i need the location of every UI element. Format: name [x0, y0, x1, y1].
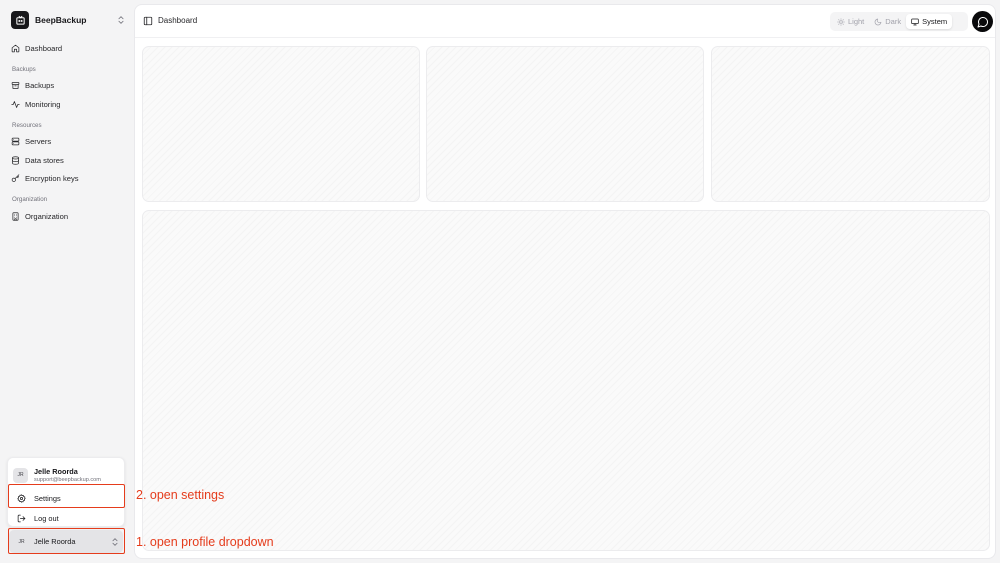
theme-light-option[interactable]: Light [832, 14, 869, 29]
sidebar-item-encryption-keys[interactable]: Encryption keys [6, 170, 128, 189]
sidebar: BeepBackup Dashboard Backups Backups Mon… [0, 0, 132, 563]
sidebar-nav: Dashboard Backups Backups Monitoring Res… [6, 39, 128, 226]
log-out-icon [17, 514, 26, 522]
page-title: Dashboard [158, 16, 198, 25]
sidebar-item-label: Servers [25, 137, 52, 147]
sidebar-item-data-stores[interactable]: Data stores [6, 151, 128, 170]
sidebar-item-label: Monitoring [25, 99, 61, 109]
nav-group-resources: Resources [12, 121, 42, 129]
house-icon [11, 44, 20, 52]
dashboard-card-placeholder [426, 46, 704, 202]
profile-dropdown-trigger[interactable]: JR Jelle Roorda [9, 530, 123, 553]
settings-menu-item[interactable]: Settings [12, 489, 122, 507]
profile-menu-user: JR Jelle Roorda support@beepbackup.com [13, 463, 121, 487]
theme-system-option[interactable]: System [906, 14, 953, 29]
sidebar-item-organization[interactable]: Organization [6, 207, 128, 226]
nav-group-organization: Organization [12, 196, 48, 203]
sidebar-item-backups[interactable]: Backups [6, 77, 128, 96]
avatar: JR [13, 467, 28, 483]
sidebar-item-label: Data stores [25, 155, 64, 165]
sun-icon [837, 17, 845, 26]
theme-dark-option[interactable]: Dark [869, 14, 906, 29]
server-icon [11, 138, 20, 146]
beepbackup-logo-icon [11, 11, 29, 29]
profile-name: Jelle Roorda [34, 467, 78, 476]
annotation-step-1: 1. open profile dropdown [136, 535, 274, 549]
profile-email: support@beepbackup.com [34, 477, 101, 483]
chevrons-up-down-icon [112, 537, 118, 546]
app-root: BeepBackup Dashboard Backups Backups Mon… [0, 0, 1000, 563]
chevrons-up-down-icon [118, 16, 124, 24]
gear-icon [17, 493, 26, 503]
logout-menu-item[interactable]: Log out [12, 509, 122, 527]
sidebar-item-monitoring[interactable]: Monitoring [6, 95, 128, 114]
activity-icon [11, 100, 20, 108]
dashboard-card-placeholder [711, 46, 990, 202]
sidebar-item-label: Backups [25, 81, 55, 91]
org-switcher[interactable]: BeepBackup [8, 8, 126, 32]
theme-light-label: Light [848, 17, 865, 26]
avatar: JR [18, 538, 25, 545]
support-chat-button[interactable] [972, 11, 993, 32]
theme-dark-label: Dark [885, 17, 902, 26]
app-name: BeepBackup [35, 15, 87, 25]
theme-switcher: Light Dark System [830, 12, 968, 31]
sidebar-item-label: Dashboard [25, 43, 63, 53]
archive-icon [11, 82, 20, 90]
topbar: Dashboard Light Dark System [135, 5, 995, 38]
nav-group-backups: Backups [12, 65, 36, 73]
monitor-icon [911, 18, 919, 25]
profile-trigger-name: Jelle Roorda [34, 537, 76, 546]
dashboard-card-placeholder [142, 46, 420, 202]
theme-system-label: System [922, 17, 948, 26]
moon-icon [874, 18, 882, 25]
message-circle-icon [977, 16, 988, 27]
dashboard-main-placeholder [142, 210, 990, 551]
annotation-step-2: 2. open settings [136, 488, 225, 502]
sidebar-item-label: Organization [25, 211, 69, 221]
database-icon [12, 156, 19, 165]
logout-label: Log out [34, 513, 59, 523]
sidebar-item-label: Encryption keys [25, 174, 79, 184]
key-icon [11, 174, 20, 183]
sidebar-item-dashboard[interactable]: Dashboard [6, 39, 128, 58]
settings-label: Settings [34, 493, 61, 503]
main-panel: Dashboard Light Dark System [134, 4, 996, 559]
panel-left-icon[interactable] [143, 16, 153, 26]
sidebar-item-servers[interactable]: Servers [6, 133, 128, 152]
profile-dropdown-menu: JR Jelle Roorda support@beepbackup.com S… [7, 457, 125, 527]
building-icon [12, 212, 19, 221]
